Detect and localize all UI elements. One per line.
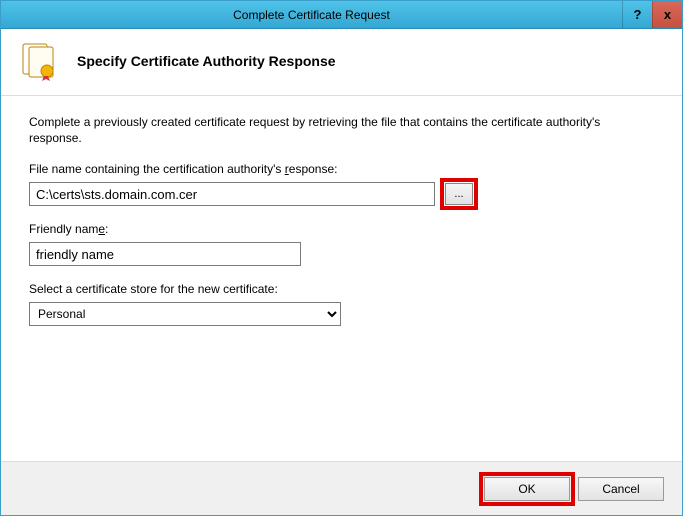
friendly-row <box>29 242 654 266</box>
dialog-footer: OK Cancel <box>1 461 682 515</box>
friendly-name-label: Friendly name: <box>29 222 654 236</box>
store-label: Select a certificate store for the new c… <box>29 282 654 296</box>
dialog-window: Complete Certificate Request ? x Specify… <box>0 0 683 516</box>
friendly-name-input[interactable] <box>29 242 301 266</box>
window-title: Complete Certificate Request <box>1 8 622 22</box>
description-text: Complete a previously created certificat… <box>29 114 654 146</box>
ok-button[interactable]: OK <box>484 477 570 501</box>
file-row: ... <box>29 182 654 206</box>
help-button[interactable]: ? <box>622 1 652 28</box>
dialog-content: Complete a previously created certificat… <box>1 96 682 461</box>
dialog-heading: Specify Certificate Authority Response <box>77 53 336 69</box>
titlebar: Complete Certificate Request ? x <box>1 1 682 29</box>
window-controls: ? x <box>622 1 682 28</box>
certificate-icon <box>19 41 63 81</box>
certificate-store-select[interactable]: Personal <box>29 302 341 326</box>
close-button[interactable]: x <box>652 1 682 28</box>
store-row: Personal <box>29 302 654 326</box>
browse-button[interactable]: ... <box>445 183 473 205</box>
file-name-label: File name containing the certification a… <box>29 162 654 176</box>
dialog-header: Specify Certificate Authority Response <box>1 29 682 96</box>
cancel-button[interactable]: Cancel <box>578 477 664 501</box>
file-name-input[interactable] <box>29 182 435 206</box>
